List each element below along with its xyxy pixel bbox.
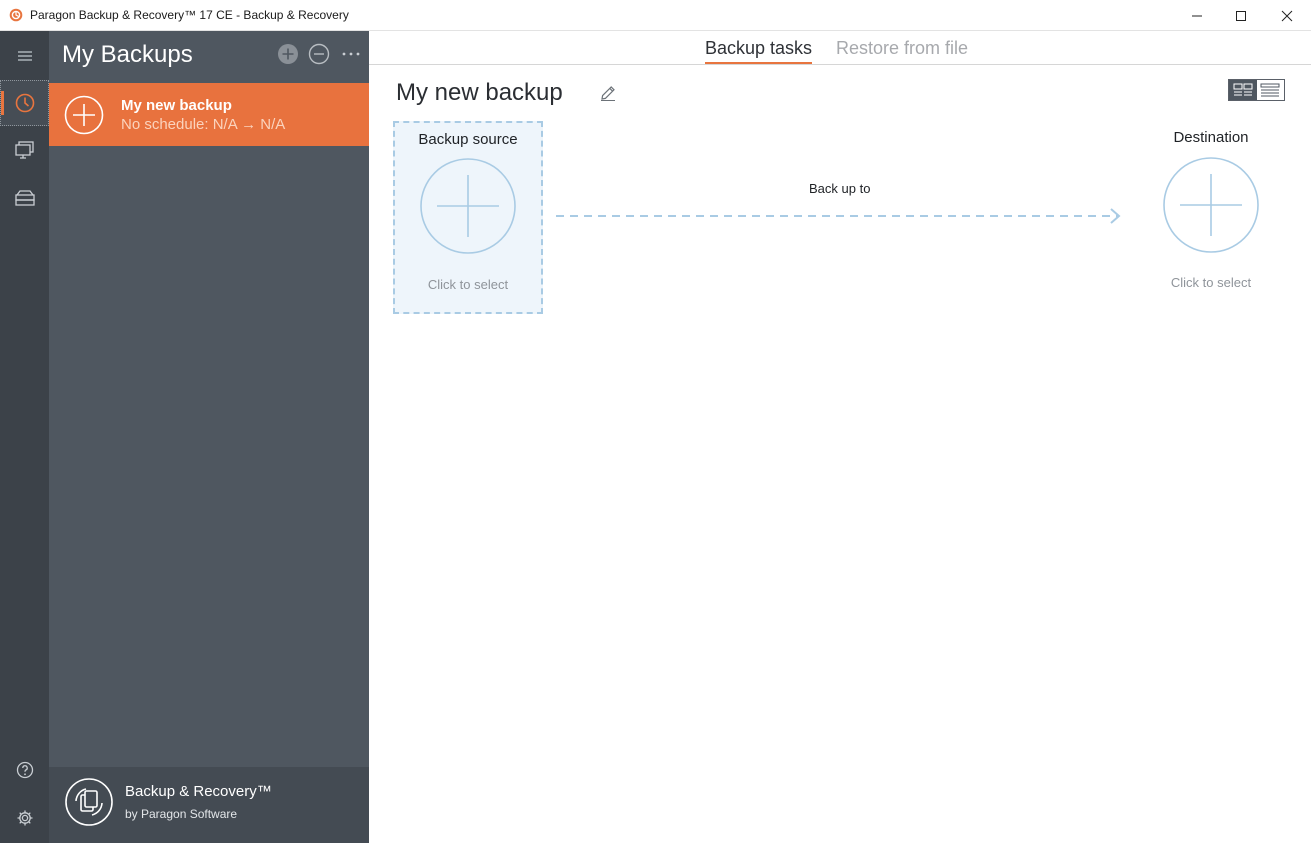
maximize-button[interactable] [1218,0,1264,31]
help-icon [16,761,33,779]
product-vendor: by Paragon Software [125,807,238,821]
gear-icon [17,810,32,826]
close-button[interactable] [1264,0,1310,31]
more-options-button[interactable] [340,43,362,65]
navigation-rail [0,31,49,843]
plus-icon [1163,157,1259,253]
product-footer: Backup & Recovery™ by Paragon Software [49,767,369,843]
main-content: Backup tasks Restore from file My new ba… [369,31,1311,843]
backup-source-card[interactable]: Backup source Click to select [393,121,543,314]
title-bar: Paragon Backup & Recovery™ 17 CE - Backu… [0,0,1311,31]
product-logo-icon [65,778,113,826]
monitor-icon [14,141,34,159]
rail-computers-button[interactable] [0,127,49,173]
drive-icon [14,190,35,206]
back-up-to-label: Back up to [809,181,871,196]
task-title: My new backup [396,79,563,106]
hamburger-menu-icon [17,51,32,61]
remove-backup-button[interactable] [308,43,330,65]
menu-button[interactable] [0,33,49,79]
destination-hint: Click to select [1170,275,1252,290]
backup-item-name: My new backup [121,97,232,114]
close-icon [1281,10,1293,21]
destination-card[interactable]: Destination Click to select [1136,121,1286,314]
plus-icon [420,158,516,254]
add-backup-button[interactable] [277,43,299,65]
more-icon [342,52,360,56]
arrow-icon [556,208,1121,224]
window-title: Paragon Backup & Recovery™ 17 CE - Backu… [30,8,349,22]
list-view-icon [1260,83,1280,97]
tile-view-button[interactable] [1229,80,1257,100]
backup-list-item[interactable]: My new backup No schedule: N/A → N/A [49,83,369,146]
backup-item-schedule: No schedule: N/A → N/A [121,116,286,133]
destination-label: Destination [1173,129,1249,146]
tabs-divider [369,64,1311,65]
remove-icon [308,43,330,65]
clock-icon [15,93,34,113]
list-view-button[interactable] [1257,80,1285,100]
tile-view-icon [1233,83,1253,96]
help-button[interactable] [0,747,49,793]
pencil-icon[interactable] [599,84,617,102]
product-name: Backup & Recovery™ [125,783,272,800]
rail-drives-button[interactable] [0,175,49,221]
backup-source-hint: Click to select [427,277,509,292]
settings-button[interactable] [0,795,49,841]
backup-source-label: Backup source [418,131,518,148]
panel-title: My Backups [62,41,193,68]
tab-restore-from-file[interactable]: Restore from file [836,38,968,59]
view-toggle [1228,79,1285,101]
add-icon [278,44,298,64]
tab-backup-tasks[interactable]: Backup tasks [705,38,813,65]
maximize-icon [1236,10,1246,21]
backups-panel: My Backups My new backup No schedule: N/… [49,31,369,843]
app-logo-icon [9,8,23,22]
minimize-button[interactable] [1174,0,1220,31]
rail-backups-button[interactable] [0,80,49,126]
plus-icon [64,95,104,135]
minimize-icon [1192,15,1202,16]
